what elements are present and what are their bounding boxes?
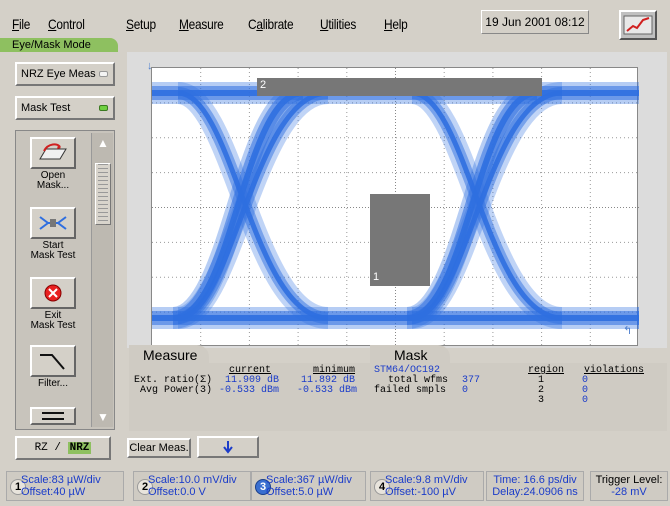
col-violations: violations: [584, 365, 645, 376]
led-active-icon: [99, 105, 108, 111]
start-mask-test-icon: [30, 207, 76, 239]
region-1-label: 1: [373, 271, 380, 283]
clear-meas-button[interactable]: Clear Meas.: [127, 438, 191, 458]
menu-calibrate[interactable]: Calibrate: [248, 16, 294, 32]
scroll-thumb[interactable]: [95, 163, 111, 225]
exit-mask-test-tool[interactable]: Exit Mask Test: [18, 277, 88, 331]
avg-power-label: Avg Power(3): [140, 385, 213, 396]
channel-1-panel[interactable]: 1 Scale:83 µW/div Offset:40 µW: [6, 471, 124, 501]
down-arrow-icon: [223, 441, 233, 454]
scroll-up-icon[interactable]: ▲: [93, 134, 113, 152]
marker-button[interactable]: [197, 436, 259, 458]
filter-label: Filter...: [37, 378, 68, 389]
avg-power-minimum: -0.533 dBm: [297, 385, 358, 396]
nrz-eye-meas-label: NRZ Eye Meas: [21, 68, 96, 80]
scroll-down-icon[interactable]: ▼: [93, 408, 113, 426]
mask-panel: STM64/OC192 total wfms 377 failed smpls …: [370, 363, 667, 431]
menu-file[interactable]: File: [12, 16, 30, 32]
scope-screen: ↓ 2 1 ↰: [127, 52, 667, 348]
trigger-label: Trigger Level:: [595, 474, 663, 486]
channel-2-scale: Scale:10.0 mV/div: [148, 474, 237, 486]
timebase-time: Time: 16.6 ps/div: [493, 474, 577, 486]
channel-3-panel[interactable]: 3 Scale:367 µW/div Offset:5.0 µW: [251, 471, 366, 501]
filter-tool[interactable]: Filter...: [18, 345, 88, 389]
open-mask-icon: [30, 137, 76, 169]
region-3-violations: 0: [582, 395, 589, 406]
next-tool[interactable]: [18, 407, 88, 427]
agilent-logo-icon[interactable]: [619, 10, 657, 40]
failed-smpls-label: failed smpls: [374, 385, 447, 396]
exit-mask-test-icon: [30, 277, 76, 309]
open-mask-tool[interactable]: Open Mask...: [18, 137, 88, 191]
channel-3-offset: Offset:5.0 µW: [266, 486, 334, 498]
graticule[interactable]: 2 1: [151, 67, 639, 347]
channel-1-scale: Scale:83 µW/div: [21, 474, 101, 486]
toolbar-strip: Open Mask... Start Mask Test Exit Mask T…: [15, 130, 115, 430]
trigger-value: -28 mV: [611, 486, 647, 498]
channel-4-offset: Offset:-100 µV: [385, 486, 456, 498]
filter-icon: [30, 345, 76, 377]
measure-panel: current minimum Ext. ratio(Σ) 11.909 dB …: [129, 363, 370, 431]
exit-mask-test-label: Exit Mask Test: [30, 310, 76, 331]
trigger-panel[interactable]: Trigger Level: -28 mV: [590, 471, 668, 501]
channel-3-scale: Scale:367 µW/div: [266, 474, 352, 486]
timebase-delay: Delay:24.0906 ns: [492, 486, 578, 498]
eye-diagram: [152, 68, 639, 347]
channel-4-scale: Scale:9.8 mV/div: [385, 474, 468, 486]
channel-2-offset: Offset:0.0 V: [148, 486, 206, 498]
menu-utilities[interactable]: Utilities: [320, 16, 356, 32]
left-panel: NRZ Eye Meas Mask Test Open Mask... Star…: [0, 52, 124, 430]
menu-help[interactable]: Help: [384, 16, 408, 32]
tool-scrollbar[interactable]: ▲ ▼: [91, 133, 113, 427]
reference-marker-icon: ↰: [623, 325, 633, 337]
region-3-num: 3: [538, 395, 545, 406]
channel-2-panel[interactable]: 2 Scale:10.0 mV/div Offset:0.0 V: [133, 471, 251, 501]
date-time-display: 19 Jun 2001 08:12: [481, 10, 589, 34]
eye-mask-mode-tab[interactable]: Eye/Mask Mode: [0, 38, 118, 52]
timebase-panel[interactable]: Time: 16.6 ps/div Delay:24.0906 ns: [486, 471, 584, 501]
avg-power-current: -0.533 dBm: [219, 385, 280, 396]
region-2-label: 2: [260, 79, 267, 91]
rz-nrz-toggle[interactable]: RZ / NRZ: [15, 436, 111, 460]
open-mask-label: Open Mask...: [36, 170, 70, 191]
nrz-active-label: NRZ: [67, 442, 92, 454]
menu-setup[interactable]: Setup: [126, 16, 156, 32]
start-mask-test-tool[interactable]: Start Mask Test: [18, 207, 88, 261]
start-mask-test-label: Start Mask Test: [30, 240, 76, 261]
channel-1-offset: Offset:40 µW: [21, 486, 86, 498]
channel-4-panel[interactable]: 4 Scale:9.8 mV/div Offset:-100 µV: [370, 471, 484, 501]
nrz-eye-meas-button[interactable]: NRZ Eye Meas: [15, 62, 115, 86]
col-region: region: [528, 365, 565, 376]
extra-tool-icon: [30, 407, 76, 425]
mask-test-button[interactable]: Mask Test: [15, 96, 115, 120]
mask-region-2: [257, 78, 542, 96]
channel-strip: 1 Scale:83 µW/div Offset:40 µW 2 Scale:10…: [0, 466, 670, 506]
mask-test-label: Mask Test: [21, 102, 71, 114]
led-indicator-icon: [99, 71, 108, 77]
failed-smpls-value: 0: [462, 385, 469, 396]
menu-control[interactable]: Control: [48, 16, 85, 32]
menu-measure[interactable]: Measure: [179, 16, 224, 32]
